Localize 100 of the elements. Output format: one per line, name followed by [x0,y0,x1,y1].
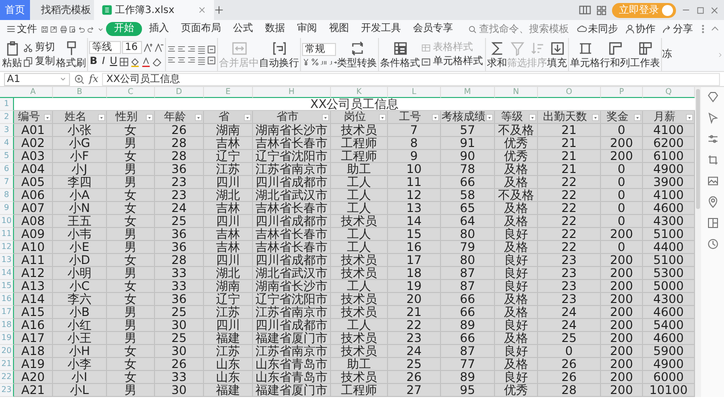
number-format-field[interactable]: 常规 [302,43,336,56]
ribbon-button[interactable]: 求和 [487,38,507,71]
row-number[interactable]: 15 [0,280,14,293]
menu-tab[interactable]: 视图 [324,22,354,36]
column-header[interactable]: D [155,87,204,98]
menu-tab[interactable]: 开始 [106,22,142,36]
row-number[interactable]: 3 [0,124,14,137]
search-field[interactable]: 查找命令、搜索模板 [468,22,573,36]
decrease-font-icon[interactable] [154,42,164,52]
file-menu[interactable]: 文件 [4,22,39,36]
filter-dropdown-icon[interactable] [244,114,251,120]
percent-icon[interactable] [311,58,319,66]
format-button[interactable]: I [99,56,108,68]
column-header[interactable]: M [441,87,495,98]
toolbar-button[interactable]: 分享 [660,22,695,36]
fill-color-icon[interactable] [130,57,140,67]
row-number[interactable]: 2 [0,111,14,124]
row-number[interactable]: 8 [0,189,14,202]
menu-tab[interactable]: 会员专享 [408,22,458,36]
filter-dropdown-icon[interactable] [529,114,536,120]
filter-dropdown-icon[interactable] [686,114,693,120]
filter-dropdown-icon[interactable] [432,114,439,120]
row-number[interactable]: 6 [0,163,14,176]
column-header[interactable]: C [107,87,155,98]
row-number[interactable]: 10 [0,215,14,228]
font-size-field[interactable]: 16 [122,41,142,54]
toolbar-button[interactable]: 未同步 [575,22,620,36]
filter-dropdown-icon[interactable] [486,114,493,120]
window-tab[interactable]: 工作簿3.xlsx [94,0,214,20]
gem-icon[interactable] [706,91,718,103]
toolbar-button[interactable]: 协作 [622,22,658,36]
ribbon-button[interactable]: 填充 [547,38,567,71]
menu-tab[interactable]: 审阅 [292,22,322,36]
ribbon-button[interactable]: 条件格式 [380,38,420,71]
ribbon-button[interactable]: 格式刷 [56,38,86,71]
zoom-icon[interactable] [74,74,85,84]
caret-icon[interactable] [59,75,67,83]
ribbon-button[interactable]: 复制 [22,56,56,68]
filter-dropdown-icon[interactable] [592,114,599,120]
ribbon-button[interactable]: 类型转换 [337,38,377,71]
format-button[interactable]: U [109,56,118,68]
menu-tab[interactable]: 页面布局 [176,22,226,36]
ribbon-button[interactable]: 单元格 [570,38,600,71]
close-icon[interactable] [198,6,206,14]
column-header[interactable]: B [53,87,107,98]
row-number[interactable]: 19 [0,332,14,345]
image-icon[interactable] [706,175,718,187]
filter-dropdown-icon[interactable] [322,114,329,120]
ribbon-button[interactable]: 行和列 [600,38,630,71]
row-number[interactable]: 1 [0,98,14,111]
row-number[interactable]: 12 [0,241,14,254]
column-header[interactable]: N [495,87,538,98]
clock-icon[interactable] [706,238,718,250]
decimal-increase-icon[interactable] [320,58,328,66]
filter-dropdown-icon[interactable] [98,114,105,120]
increase-font-icon[interactable] [143,42,153,52]
eraser-icon[interactable] [152,57,162,67]
close-icon[interactable] [710,6,719,14]
decimal-decrease-icon[interactable] [329,58,337,66]
column-header[interactable]: L [388,87,441,98]
ribbon-button[interactable]: 工作表 [630,38,660,71]
cursor-icon[interactable] [706,112,718,124]
row-number[interactable]: 16 [0,293,14,306]
row-number[interactable]: 9 [0,202,14,215]
export-icon[interactable] [50,24,58,34]
menu-tab[interactable]: 公式 [228,22,258,36]
maximize-icon[interactable] [696,6,705,14]
formula-field[interactable]: XX公司员工信息 [102,72,720,86]
column-header[interactable]: K [331,87,388,98]
ribbon-button[interactable]: 粘贴 [2,38,22,71]
row-number[interactable]: 18 [0,319,14,332]
split-icon[interactable] [706,217,718,229]
pin-icon[interactable] [706,196,718,208]
print-icon[interactable] [60,24,67,34]
function-button[interactable]: fx [89,72,98,86]
font-name-field[interactable]: 等线 [89,41,121,54]
ribbon-button[interactable]: 自动换行 [259,38,299,71]
ribbon-button[interactable]: 单元格样式 [420,56,484,68]
row-number[interactable]: 11 [0,228,14,241]
align-top-icon[interactable] [167,44,176,54]
row-number[interactable]: 23 [0,384,14,397]
row-number[interactable]: 13 [0,254,14,267]
column-header[interactable]: P [601,87,643,98]
scrollbar-thumb[interactable] [696,89,700,209]
column-header[interactable]: A [14,87,53,98]
border-icon[interactable] [119,57,129,67]
login-button[interactable]: 立即登录 [612,2,676,18]
select-all-corner[interactable] [0,87,14,98]
currency-icon[interactable] [302,58,310,66]
menu-tab[interactable]: 开发工具 [356,22,406,36]
filter-dropdown-icon[interactable] [195,114,202,120]
filter-dropdown-icon[interactable] [634,114,641,120]
row-number[interactable]: 7 [0,176,14,189]
filter-dropdown-icon[interactable] [379,114,386,120]
row-number[interactable]: 14 [0,267,14,280]
sliders-icon[interactable] [706,133,718,145]
row-number[interactable]: 21 [0,358,14,371]
preview-icon[interactable] [68,24,76,34]
column-header[interactable]: E [204,87,253,98]
window-tab[interactable]: 首页 [0,0,30,20]
